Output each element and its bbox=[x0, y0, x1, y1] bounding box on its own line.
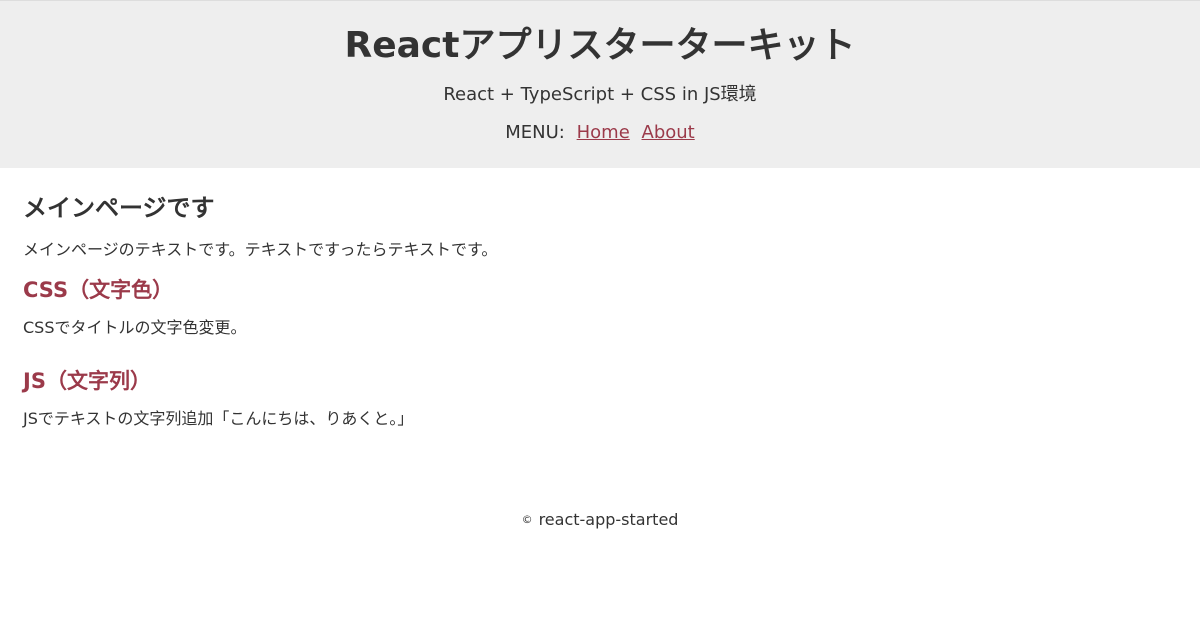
menu-link-about[interactable]: About bbox=[642, 122, 695, 143]
menu-link-home[interactable]: Home bbox=[577, 122, 630, 143]
site-footer: © react-app-started bbox=[0, 509, 1200, 531]
section-title-css: CSS（文字色） bbox=[23, 278, 174, 302]
page-title: メインページです bbox=[23, 194, 215, 222]
site-title: Reactアプリスターターキット bbox=[344, 25, 856, 66]
intro-text: メインページのテキストです。テキストですったらテキストです。 bbox=[23, 240, 498, 259]
site-subtitle: React + TypeScript + CSS in JS環境 bbox=[443, 84, 757, 105]
section-text-css: CSSでタイトルの文字色変更。 bbox=[23, 318, 247, 337]
copyright-symbol: © bbox=[521, 513, 533, 526]
footer-text: react-app-started bbox=[538, 510, 679, 529]
site-header: Reactアプリスターターキット React + TypeScript + CS… bbox=[0, 0, 1200, 168]
menu-label: MENU: bbox=[505, 122, 565, 143]
main-menu: MENU: Home About bbox=[0, 121, 1200, 145]
section-text-js: JSでテキストの文字列追加「こんにちは、りあくと。」 bbox=[23, 409, 414, 428]
section-title-js: JS（文字列） bbox=[23, 369, 151, 393]
